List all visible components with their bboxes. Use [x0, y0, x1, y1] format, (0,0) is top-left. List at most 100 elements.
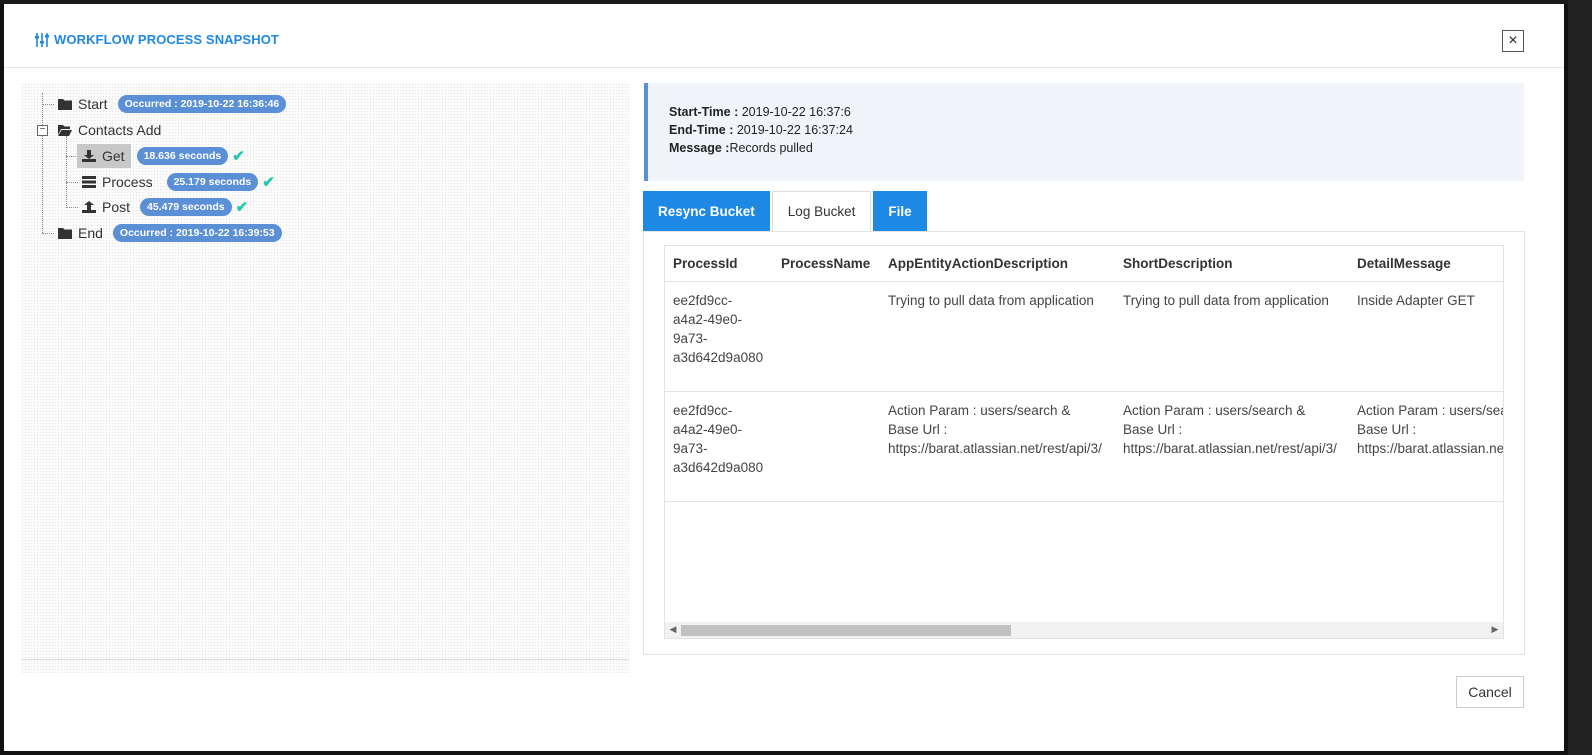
tree-connector: [66, 207, 78, 208]
cell-line: a3d642d9a080: [673, 460, 764, 475]
folder-icon: [58, 99, 72, 110]
column-header[interactable]: ProcessName: [773, 246, 880, 281]
server-icon: [82, 176, 96, 188]
cell-process-name: [773, 401, 880, 501]
cell-line: https://barat.atlassian.net/rest/api/3/: [1123, 441, 1337, 456]
collapse-toggle[interactable]: −: [37, 125, 48, 136]
modal-title-text: WORKFLOW PROCESS SNAPSHOT: [54, 32, 279, 47]
cancel-button[interactable]: Cancel: [1456, 676, 1524, 708]
upload-icon: [82, 201, 96, 213]
cell-short-description: Trying to pull data from application: [1115, 291, 1349, 391]
tree-node-label: End: [78, 225, 103, 241]
tree-node-start[interactable]: Start Occurred : 2019-10-22 16:36:46: [58, 94, 287, 114]
tree-node-get[interactable]: Get 18.636 seconds ✔: [77, 144, 245, 168]
duration-badge: 18.636 seconds: [136, 147, 229, 165]
cell-line: https://barat.atlassian.net/rest/api/3/: [888, 441, 1102, 456]
cell-line: ee2fd9cc-: [673, 403, 733, 418]
cell-app-entity: Action Param : users/search & Base Url :…: [880, 401, 1115, 501]
end-time-line: End-Time : 2019-10-22 16:37:24: [669, 121, 1524, 139]
horizontal-scrollbar[interactable]: ◀ ▶: [665, 622, 1503, 638]
selected-node[interactable]: Get: [77, 144, 131, 168]
tree-node-label: Start: [78, 96, 108, 112]
step-info-box: Start-Time : 2019-10-22 16:37:6 End-Time…: [644, 83, 1524, 181]
table-row[interactable]: ee2fd9cc- a4a2-49e0- 9a73- a3d642d9a080 …: [665, 392, 1503, 502]
occurred-badge: Occurred : 2019-10-22 16:39:53: [112, 224, 282, 242]
bucket-tabs: Resync Bucket Log Bucket File: [643, 191, 927, 231]
cell-line: 9a73-: [673, 441, 708, 456]
tree-node-end[interactable]: End Occurred : 2019-10-22 16:39:53: [58, 223, 282, 243]
cell-line: 9a73-: [673, 331, 708, 346]
table-row[interactable]: ee2fd9cc- a4a2-49e0- 9a73- a3d642d9a080 …: [665, 282, 1503, 392]
tab-resync-bucket[interactable]: Resync Bucket: [643, 191, 770, 231]
cell-process-id: ee2fd9cc- a4a2-49e0- 9a73- a3d642d9a080: [665, 401, 773, 501]
column-header[interactable]: DetailMessage: [1349, 246, 1503, 281]
column-header[interactable]: ProcessId: [665, 246, 773, 281]
tree-node-label: Post: [102, 199, 131, 215]
cell-line: https://barat.atlassian.net/rest/api/3/: [1357, 441, 1504, 456]
close-icon: ×: [1508, 32, 1518, 49]
workflow-snapshot-modal: WORKFLOW PROCESS SNAPSHOT × Start Occurr…: [4, 4, 1564, 751]
cell-line: Base Url :: [1357, 422, 1417, 437]
cell-process-name: [773, 291, 880, 391]
column-header[interactable]: ShortDescription: [1115, 246, 1349, 281]
cell-line: Action Param : users/search &: [1123, 403, 1306, 418]
tree-node-post[interactable]: Post 45.479 seconds ✔: [82, 197, 248, 217]
minus-icon: −: [39, 124, 46, 135]
tree-node-label: Process: [102, 174, 153, 190]
cell-line: Trying to pull data from application: [1123, 293, 1329, 308]
message-label: Message :: [669, 141, 730, 155]
tree-node-label: Get: [102, 148, 125, 164]
tree-node-contacts-add[interactable]: Contacts Add: [58, 120, 161, 140]
log-grid: ProcessId ProcessName AppEntityActionDes…: [664, 245, 1504, 639]
tree-node-label: Contacts Add: [78, 122, 162, 138]
start-time-line: Start-Time : 2019-10-22 16:37:6: [669, 103, 1524, 121]
download-icon: [82, 150, 96, 162]
tree-node-process[interactable]: Process 25.179 seconds ✔: [82, 172, 275, 192]
cell-line: Inside Adapter GET: [1357, 293, 1475, 308]
scroll-right-icon[interactable]: ▶: [1489, 624, 1501, 635]
cell-short-description: Action Param : users/search & Base Url :…: [1115, 401, 1349, 501]
cell-line: Trying to pull data from application: [888, 293, 1094, 308]
modal-title: WORKFLOW PROCESS SNAPSHOT: [34, 32, 279, 47]
cell-detail-message: Inside Adapter GET: [1349, 291, 1503, 391]
folder-open-icon: [58, 125, 72, 136]
tree-connector: [66, 182, 78, 183]
workflow-tree-panel: Start Occurred : 2019-10-22 16:36:46 − C…: [21, 83, 629, 673]
cell-line: a4a2-49e0-: [673, 422, 743, 437]
column-header[interactable]: AppEntityActionDescription: [880, 246, 1115, 281]
tree-connector: [42, 93, 43, 233]
end-time-value: 2019-10-22 16:37:24: [733, 123, 853, 137]
duration-badge: 25.179 seconds: [166, 173, 259, 191]
message-line: Message :Records pulled: [669, 139, 1524, 157]
cell-line: a4a2-49e0-: [673, 312, 743, 327]
tab-file[interactable]: File: [873, 191, 927, 231]
cell-detail-message: Action Param : users/search & Base Url :…: [1349, 401, 1504, 501]
cell-app-entity: Trying to pull data from application: [880, 291, 1115, 391]
check-icon: ✔: [235, 199, 249, 216]
cell-line: Base Url :: [1123, 422, 1183, 437]
tab-log-bucket[interactable]: Log Bucket: [771, 191, 872, 231]
occurred-badge: Occurred : 2019-10-22 16:36:46: [117, 95, 287, 113]
tree-connector: [66, 136, 67, 208]
modal-header: WORKFLOW PROCESS SNAPSHOT ×: [4, 4, 1564, 68]
check-icon: ✔: [262, 174, 275, 191]
message-value: Records pulled: [729, 141, 813, 155]
tab-content: ProcessId ProcessName AppEntityActionDes…: [643, 231, 1525, 655]
start-time-label: Start-Time :: [669, 105, 739, 119]
backdrop-right: [1568, 0, 1592, 755]
start-time-value: 2019-10-22 16:37:6: [738, 105, 851, 119]
divider: [21, 659, 629, 660]
scroll-thumb[interactable]: [681, 625, 1011, 636]
grid-header: ProcessId ProcessName AppEntityActionDes…: [665, 246, 1503, 282]
scroll-left-icon[interactable]: ◀: [667, 624, 679, 635]
sliders-icon: [35, 32, 49, 47]
tree-connector: [42, 233, 54, 234]
cell-process-id: ee2fd9cc- a4a2-49e0- 9a73- a3d642d9a080: [665, 291, 773, 391]
duration-badge: 45.479 seconds: [140, 198, 232, 216]
cell-line: Action Param : users/search &: [1357, 403, 1503, 418]
cell-line: ee2fd9cc-: [673, 293, 733, 308]
tree-connector: [42, 104, 54, 105]
cell-line: Base Url :: [888, 422, 948, 437]
close-button[interactable]: ×: [1502, 30, 1524, 52]
check-icon: ✔: [232, 148, 245, 165]
